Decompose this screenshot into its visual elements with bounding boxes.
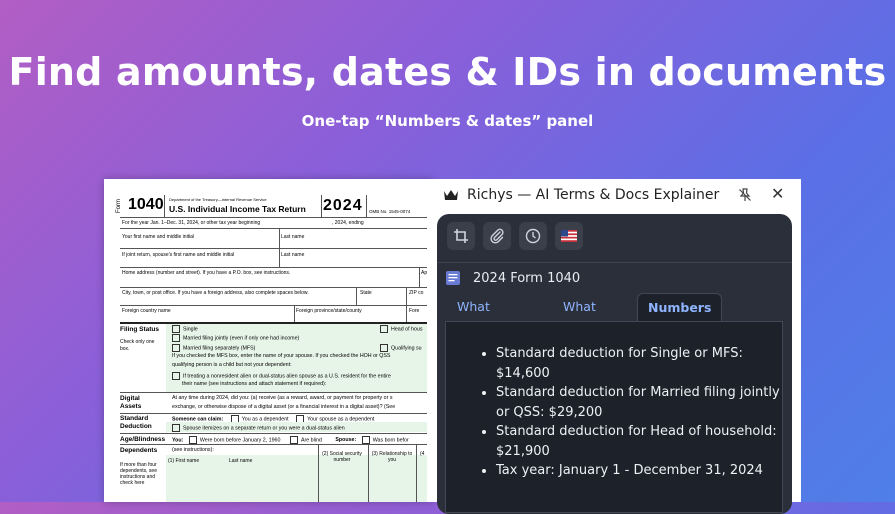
tax-year-line: For the year Jan. 1–Dec. 31, 2024, or ot… [122, 220, 261, 226]
tax-form-document: Form 1040 Department of the Treasury—Int… [104, 179, 434, 502]
form-omb: OMB No. 1545-0074 [369, 209, 411, 214]
explainer-panel: 2024 Form 1040 What it's about What to d… [437, 214, 792, 514]
numbers-list: Standard deduction for Single or MFS: $1… [446, 322, 782, 481]
dep-first-name: (1) First name [168, 458, 200, 464]
title-bar: Richys — AI Terms & Docs Explainer ✕ [427, 179, 801, 211]
form-year: 2024 [323, 197, 363, 214]
hero-headline: Find amounts, dates & IDs in documents [8, 50, 887, 94]
digital-assets-line-2: exchange, or otherwise dispose of a digi… [172, 404, 396, 410]
tab-what-to-do[interactable]: What to do [553, 293, 606, 342]
check-only-note: Check only one box. [120, 339, 155, 352]
hero-subhead: One-tap “Numbers & dates” panel [301, 112, 594, 130]
tab-numbers-dates[interactable]: Numbers & dates [637, 293, 723, 343]
fs-note-3[interactable]: If treating a nonresident alien or dual-… [172, 372, 391, 380]
history-button[interactable] [519, 222, 547, 250]
list-item: Standard deduction for Head of household… [496, 422, 782, 461]
dep-ssn: (2) Social security number [322, 451, 362, 463]
dependents-heading: Dependents [120, 447, 158, 454]
paperclip-icon [490, 228, 504, 244]
dep-last-name: Last name [229, 458, 253, 464]
dependents-note: If more than four dependents, see instru… [120, 462, 157, 486]
form-title: U.S. Individual Income Tax Return [169, 204, 306, 214]
filing-status-heading: Filing Status [120, 326, 159, 333]
crown-icon [444, 190, 458, 200]
state-field[interactable]: State [360, 290, 372, 296]
standard-deduction-heading: Standard Deduction [120, 415, 152, 430]
crop-button[interactable] [447, 222, 475, 250]
first-name-field[interactable]: Your first name and middle initial [122, 234, 194, 240]
clock-icon [525, 228, 541, 244]
language-button[interactable] [555, 222, 583, 250]
fs-qss[interactable]: Qualifying su [380, 344, 422, 352]
dep-col-4: (4 [420, 451, 425, 457]
extension-window: Richys — AI Terms & Docs Explainer ✕ 202… [427, 179, 801, 514]
last-name-field[interactable]: Last name [281, 234, 304, 240]
attach-button[interactable] [483, 222, 511, 250]
digital-assets-heading: Digital Assets [120, 395, 142, 410]
pin-off-icon[interactable] [738, 188, 752, 202]
dep-relationship: (3) Relationship to you [371, 451, 413, 463]
list-item: Tax year: January 1 - December 31, 2024 [496, 461, 782, 481]
fs-mfj[interactable]: Married filing jointly (even if only one… [172, 334, 299, 342]
list-item: Standard deduction for Single or MFS: $1… [496, 344, 782, 383]
digital-assets-line-1: At any time during 2024, did you: (a) re… [172, 395, 393, 401]
ending-text: , 2024, ending [332, 220, 364, 226]
city-field[interactable]: City, town, or post office. If you have … [122, 290, 309, 296]
form-number: 1040 [128, 196, 164, 213]
home-address-field[interactable]: Home address (number and street). If you… [122, 270, 290, 276]
us-flag-icon [561, 230, 577, 242]
form-department: Department of the Treasury—Internal Reve… [169, 197, 267, 202]
document-icon [446, 271, 460, 285]
tab-what-its-about[interactable]: What it's about [447, 293, 503, 370]
crop-icon [454, 229, 468, 243]
window-title: Richys — AI Terms & Docs Explainer [467, 187, 720, 203]
fs-note-2: qualifying person is a child but not you… [172, 362, 292, 368]
spouse-first-name-field[interactable]: If joint return, spouse's first name and… [122, 252, 234, 258]
sd-itemizes[interactable]: Spouse itemizes on a separate return or … [172, 424, 345, 432]
close-icon[interactable]: ✕ [771, 184, 784, 203]
toolbar [447, 222, 583, 252]
zip-field[interactable]: ZIP co [409, 290, 423, 296]
age-blindness-row: You: Were born before January 2, 1960 Ar… [172, 436, 409, 444]
document-title-row: 2024 Form 1040 [445, 268, 580, 288]
form-label: Form [116, 199, 122, 213]
fs-single[interactable]: Single [172, 325, 198, 333]
fs-mfs[interactable]: Married filing separately (MFS) [172, 344, 255, 352]
fs-hoh[interactable]: Head of hous [380, 325, 423, 333]
foreign-country-field[interactable]: Foreign country name [122, 308, 171, 314]
numbers-dates-content: Standard deduction for Single or MFS: $1… [445, 321, 783, 513]
list-item: Standard deduction for Married filing jo… [496, 383, 782, 422]
foreign-province-field[interactable]: Foreign province/state/county [296, 308, 362, 314]
dependents-instructions: (see instructions): [172, 447, 214, 453]
age-blindness-heading: Age/Blindness [120, 436, 166, 443]
fs-note-1: If you checked the MFS box, enter the na… [172, 353, 391, 359]
foreign-postal-field[interactable]: Fore [409, 308, 419, 314]
document-title: 2024 Form 1040 [473, 270, 581, 286]
fs-note-4: their name (see instructions and attach … [182, 381, 327, 387]
spouse-last-name-field[interactable]: Last name [281, 252, 304, 258]
